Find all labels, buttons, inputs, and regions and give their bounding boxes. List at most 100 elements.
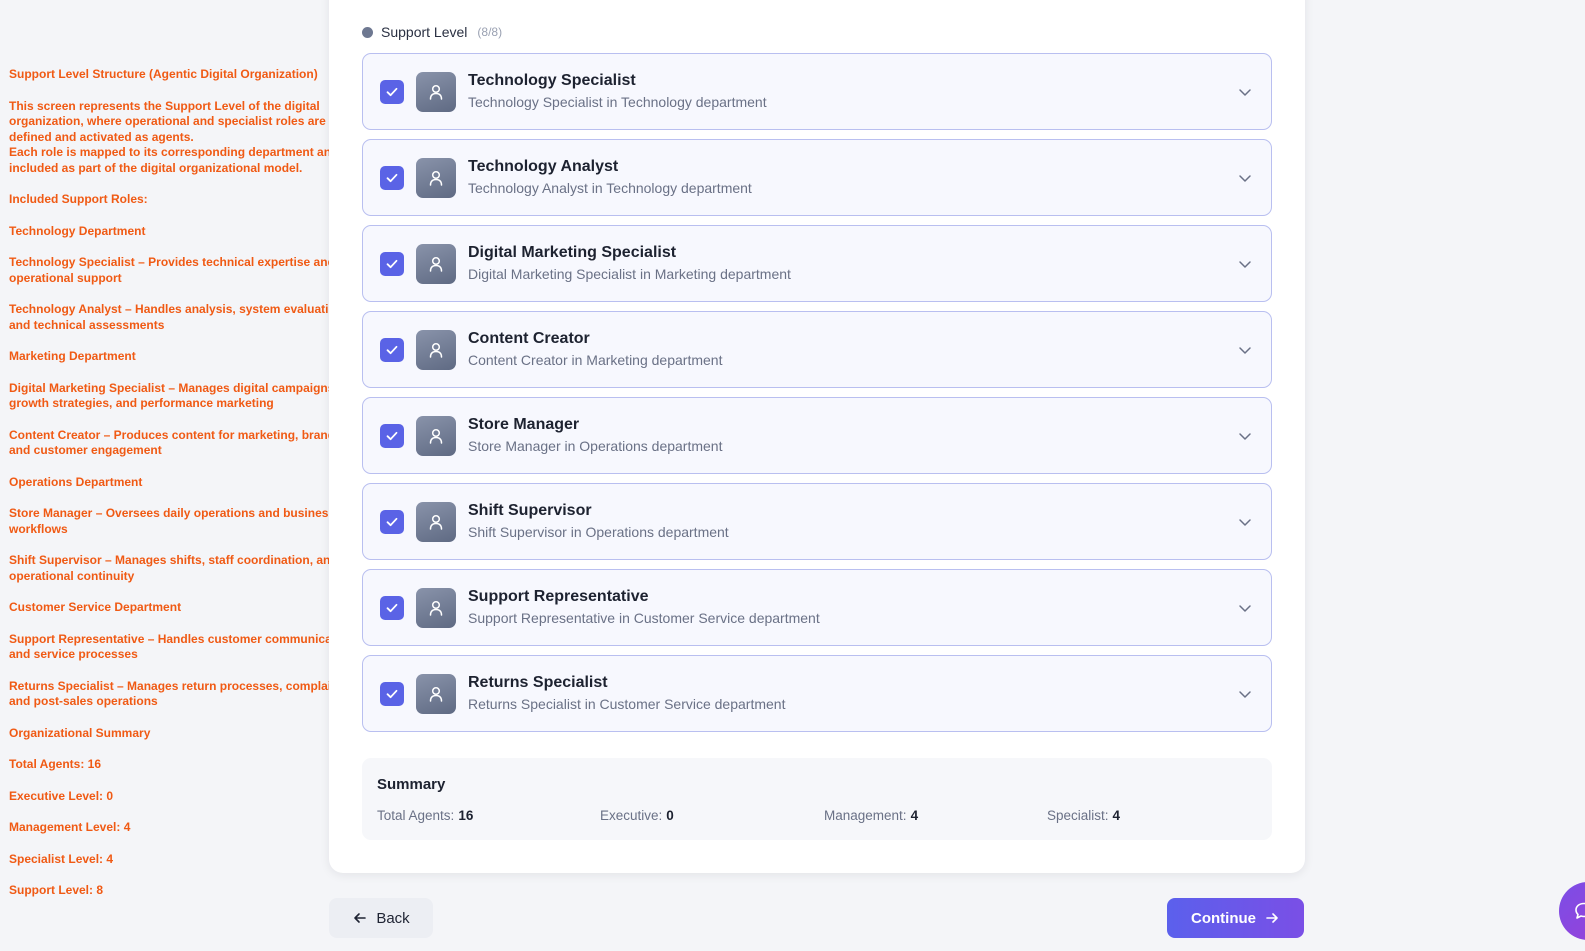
note-role: Shift Supervisor – Manages shifts, staff…: [9, 553, 338, 583]
role-subtitle: Shift Supervisor in Operations departmen…: [468, 524, 729, 540]
note-role: Content Creator – Produces content for m…: [9, 427, 357, 458]
note-stat: Specialist Level: 4: [9, 851, 114, 866]
role-item-returns-specialist[interactable]: Returns Specialist Returns Specialist in …: [362, 655, 1272, 732]
note-stat: Management Level: 4: [9, 820, 131, 834]
role-title: Returns Specialist: [468, 674, 608, 691]
chevron-down-icon[interactable]: [1237, 600, 1253, 616]
role-checkbox[interactable]: [380, 595, 404, 620]
note-heading: Organizational Summary: [9, 725, 151, 740]
role-subtitle: Technology Specialist in Technology depa…: [468, 94, 767, 110]
summary-panel: Summary Total Agents: 16 Executive: 0 Mana…: [362, 758, 1272, 840]
status-dot-icon: [362, 26, 373, 38]
role-checkbox[interactable]: [380, 423, 404, 448]
chevron-down-icon[interactable]: [1237, 428, 1253, 444]
role-checkbox[interactable]: [380, 337, 404, 362]
role-checkbox[interactable]: [380, 165, 404, 190]
chevron-down-icon[interactable]: [1237, 256, 1253, 272]
stat-executive: Executive: 0: [600, 808, 674, 823]
note-department: Customer Service Department: [9, 600, 182, 614]
role-title: Support Representative: [468, 588, 649, 605]
stat-value: 4: [1112, 808, 1121, 823]
stat-label: Executive:: [600, 808, 663, 823]
note-stat: Total Agents: 16: [9, 757, 102, 771]
role-item-content-creator[interactable]: Content Creator Content Creator in Market…: [362, 311, 1272, 388]
stat-management: Management: 4: [824, 808, 918, 823]
chevron-down-icon[interactable]: [1237, 84, 1253, 100]
stat-specialist: Specialist: 4: [1047, 808, 1120, 823]
chat-button[interactable]: [1559, 882, 1585, 940]
role-subtitle: Technology Analyst in Technology departm…: [468, 180, 752, 196]
chevron-down-icon[interactable]: [1237, 686, 1253, 702]
user-icon: [416, 329, 456, 370]
summary-title: Summary: [377, 776, 446, 793]
chevron-down-icon[interactable]: [1237, 342, 1253, 358]
stat-label: Total Agents:: [377, 808, 455, 823]
user-icon: [416, 157, 456, 198]
role-subtitle: Support Representative in Customer Servi…: [468, 610, 820, 626]
role-item-technology-specialist[interactable]: Technology Specialist Technology Speciali…: [362, 53, 1272, 130]
stat-value: 4: [910, 808, 919, 823]
note-stat: Support Level: 8: [9, 883, 104, 897]
stat-label: Specialist:: [1047, 808, 1109, 823]
note-role: Technology Specialist – Provides technic…: [9, 255, 335, 285]
note-heading: Included Support Roles:: [9, 192, 148, 206]
annotation-notes: Support Level Structure (Agentic Digital…: [9, 67, 359, 915]
stat-value: 16: [458, 808, 474, 823]
role-title: Content Creator: [468, 330, 590, 347]
back-button[interactable]: Back: [329, 898, 433, 938]
note-role: Returns Specialist – Manages return proc…: [9, 678, 353, 709]
role-subtitle: Store Manager in Operations department: [468, 438, 723, 454]
role-title: Digital Marketing Specialist: [468, 244, 677, 261]
level-count: (8/8): [477, 25, 503, 39]
role-checkbox[interactable]: [380, 79, 404, 104]
continue-button[interactable]: Continue: [1167, 898, 1304, 938]
note-department: Technology Department: [9, 223, 146, 238]
role-title: Technology Specialist: [468, 72, 636, 89]
back-label: Back: [376, 909, 410, 927]
role-subtitle: Digital Marketing Specialist in Marketin…: [468, 266, 791, 282]
note-title: Support Level Structure (Agentic Digital…: [9, 67, 318, 81]
note-role: Digital Marketing Specialist – Manages d…: [9, 380, 338, 411]
user-icon: [416, 71, 456, 112]
role-checkbox[interactable]: [380, 251, 404, 276]
arrow-left-icon: [354, 913, 367, 923]
support-level-card: Support Level (8/8) Technology Specialis…: [329, 0, 1305, 873]
role-item-store-manager[interactable]: Store Manager Store Manager in Operations…: [362, 397, 1272, 474]
checkmark-icon: [386, 259, 398, 268]
chevron-down-icon[interactable]: [1237, 514, 1253, 530]
note-department: Marketing Department: [9, 349, 136, 363]
role-item-support-representative[interactable]: Support Representative Support Representa…: [362, 569, 1272, 646]
user-icon: [416, 415, 456, 456]
role-title: Technology Analyst: [468, 158, 619, 175]
role-title: Shift Supervisor: [468, 502, 592, 519]
chat-bubble-icon: [1575, 902, 1585, 919]
stat-total-agents: Total Agents: 16: [377, 808, 473, 823]
level-header: Support Level (8/8): [362, 23, 502, 41]
role-subtitle: Returns Specialist in Customer Service d…: [468, 696, 786, 712]
note-role: Store Manager – Oversees daily operation…: [9, 506, 336, 536]
note-description: This screen represents the Support Level…: [9, 98, 326, 144]
role-item-digital-marketing-specialist[interactable]: Digital Marketing Specialist Digital Mark…: [362, 225, 1272, 302]
user-icon: [416, 673, 456, 714]
role-list: Technology Specialist Technology Speciali…: [362, 53, 1272, 741]
level-title: Support Level: [381, 24, 468, 40]
role-item-shift-supervisor[interactable]: Shift Supervisor Shift Supervisor in Oper…: [362, 483, 1272, 560]
user-icon: [416, 587, 456, 628]
note-description-2: Each role is mapped to its corresponding…: [9, 145, 339, 175]
stat-value: 0: [666, 808, 674, 823]
role-checkbox[interactable]: [380, 509, 404, 534]
user-icon: [416, 243, 456, 284]
checkmark-icon: [386, 173, 398, 182]
checkmark-icon: [386, 345, 398, 354]
continue-label: Continue: [1191, 909, 1256, 927]
role-item-technology-analyst[interactable]: Technology Analyst Technology Analyst in …: [362, 139, 1272, 216]
checkmark-icon: [386, 431, 398, 440]
note-stat: Executive Level: 0: [9, 788, 114, 803]
user-icon: [416, 501, 456, 542]
role-title: Store Manager: [468, 416, 580, 433]
checkmark-icon: [386, 689, 398, 698]
role-checkbox[interactable]: [380, 681, 404, 706]
chevron-down-icon[interactable]: [1237, 170, 1253, 186]
arrow-right-icon: [1266, 913, 1278, 923]
role-subtitle: Content Creator in Marketing department: [468, 352, 723, 368]
